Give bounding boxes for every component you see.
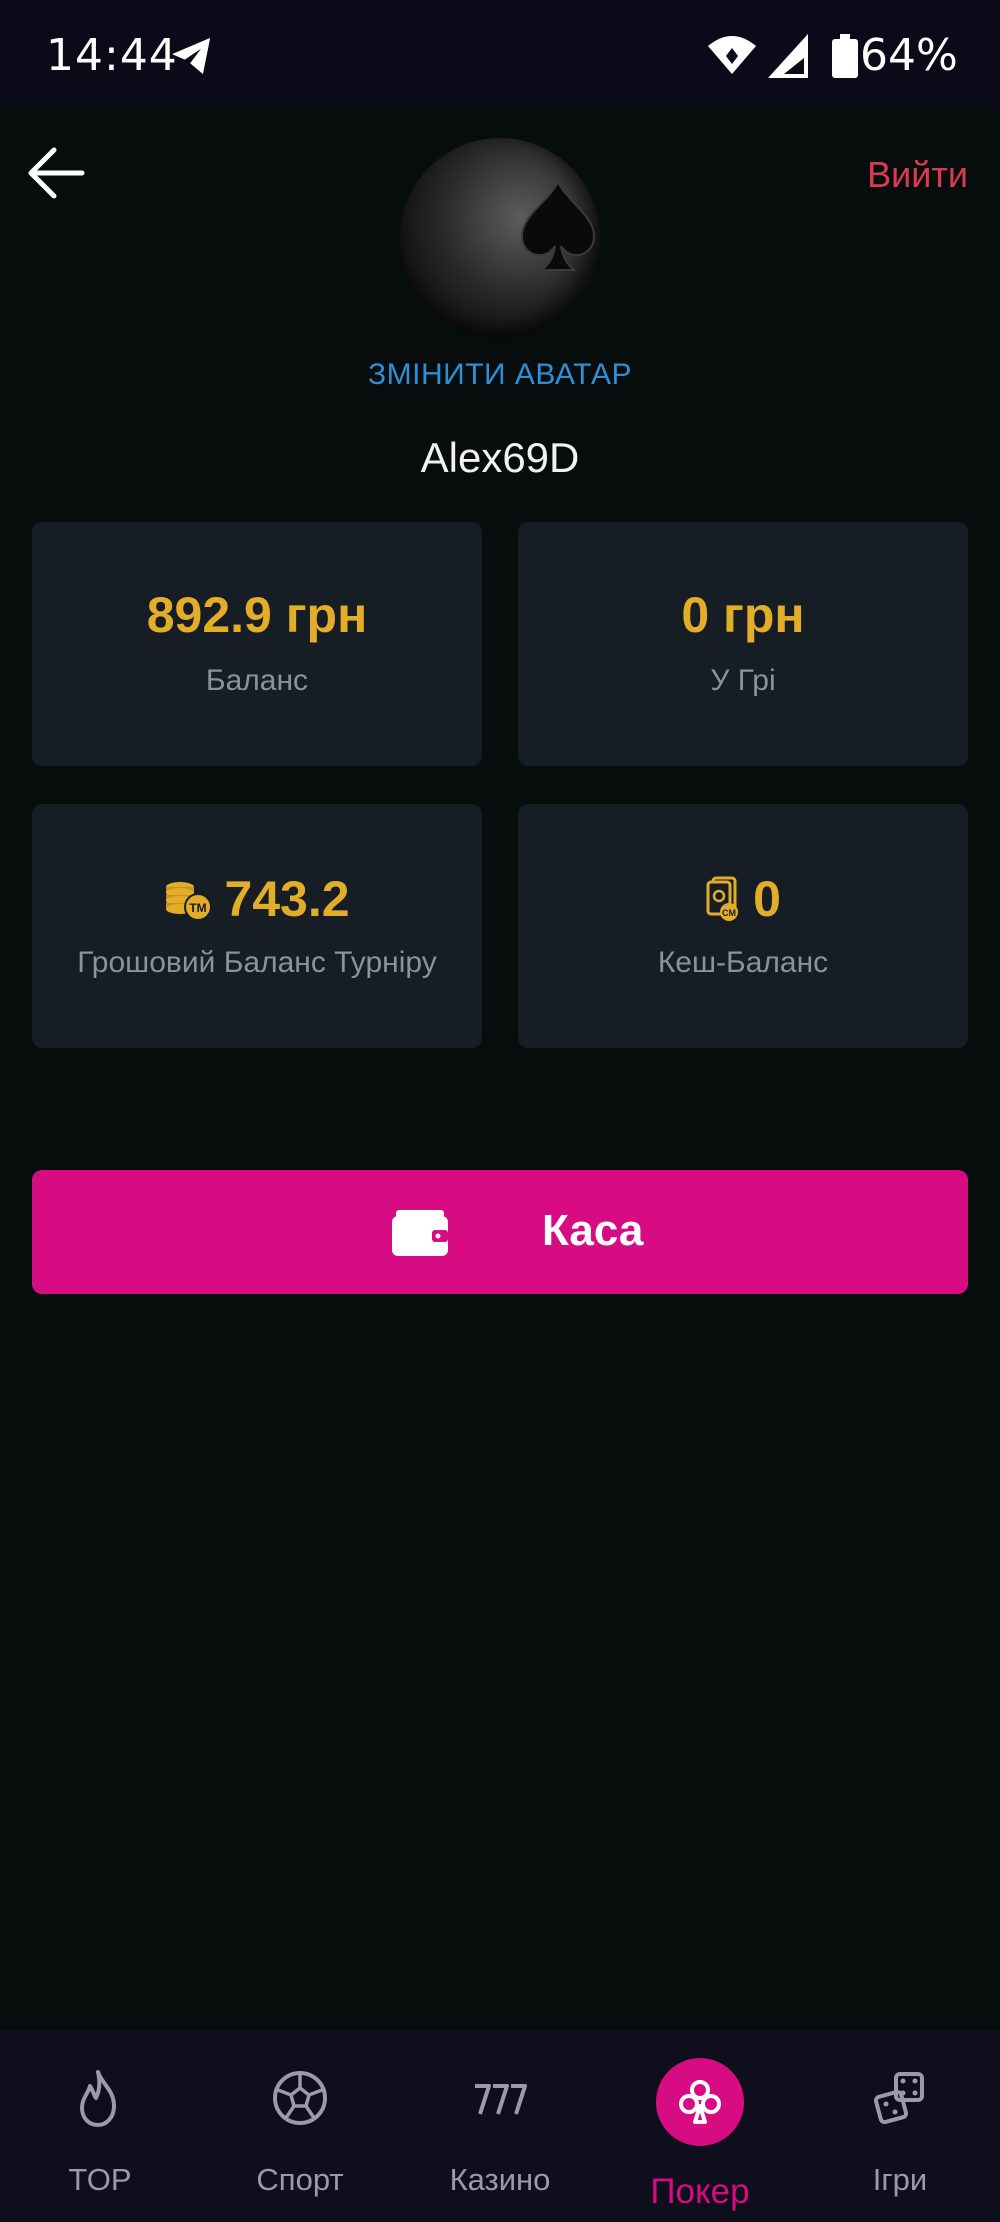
nav-item-casino[interactable]: Казино: [400, 2030, 600, 2222]
avatar[interactable]: [400, 138, 600, 338]
slots-777-icon: [475, 2084, 527, 2115]
dice-icon: [873, 2072, 924, 2125]
nav-label-top: TOP: [68, 2162, 132, 2197]
telegram-icon: [172, 37, 211, 75]
svg-text:CM: CM: [722, 908, 736, 918]
nav-label-games: Ігри: [872, 2162, 928, 2197]
tournament-balance-label: Грошовий Баланс Турніру: [77, 946, 437, 979]
svg-text:TM: TM: [190, 901, 207, 915]
cash-balance-card: CM 0 Кеш-Баланс: [518, 804, 968, 1048]
club-icon: [679, 2080, 721, 2124]
nav-label-sport: Спорт: [256, 2162, 344, 2197]
tournament-balance-card: TM 743.2 Грошовий Баланс Турніру: [32, 804, 482, 1048]
tournament-balance-value: 743.2: [224, 871, 350, 927]
cash-balance-cards-icon: CM: [706, 876, 739, 921]
nav-item-sport[interactable]: Спорт: [200, 2030, 400, 2222]
balance-value: 892.9 грн: [146, 587, 368, 643]
nav-item-poker[interactable]: Покер: [600, 2030, 800, 2222]
cashier-button[interactable]: Каса: [32, 1170, 968, 1294]
nav-item-games[interactable]: Ігри: [800, 2030, 1000, 2222]
balance-label: Баланс: [205, 664, 309, 697]
balance-card: 892.9 грн Баланс: [32, 522, 482, 766]
username: Alex69D: [420, 434, 580, 481]
tournament-money-coins-icon: TM: [166, 882, 213, 921]
poker-active-bubble: [656, 2058, 744, 2146]
bottom-nav: TOP Спорт Казино Покер Ігри: [0, 2030, 1000, 2222]
battery-percent: 64%: [860, 30, 958, 81]
signal-icon: [768, 34, 808, 78]
in-game-label: У Грі: [710, 664, 776, 697]
cash-balance-value: 0: [753, 871, 781, 927]
wallet-icon: [392, 1210, 448, 1256]
spade-icon: [520, 180, 596, 271]
wifi-icon: [708, 36, 756, 74]
status-time: 14:44: [46, 30, 178, 81]
logout-link[interactable]: Вийти: [867, 154, 968, 196]
change-avatar-link[interactable]: ЗМІНИТИ АВАТАР: [0, 358, 1000, 392]
back-button[interactable]: [26, 146, 86, 200]
in-game-value: 0 грн: [681, 587, 805, 643]
flame-icon: [80, 2070, 116, 2127]
soccer-ball-icon: [273, 2071, 327, 2125]
nav-label-poker: Покер: [650, 2172, 750, 2211]
cashier-label: Каса: [542, 1206, 644, 1255]
status-bar: 14:44 64%: [0, 0, 1000, 108]
cash-balance-label: Кеш-Баланс: [657, 946, 829, 979]
in-game-card: 0 грн У Грі: [518, 522, 968, 766]
nav-label-casino: Казино: [449, 2162, 551, 2197]
nav-item-top[interactable]: TOP: [0, 2030, 200, 2222]
battery-icon: [832, 34, 858, 78]
